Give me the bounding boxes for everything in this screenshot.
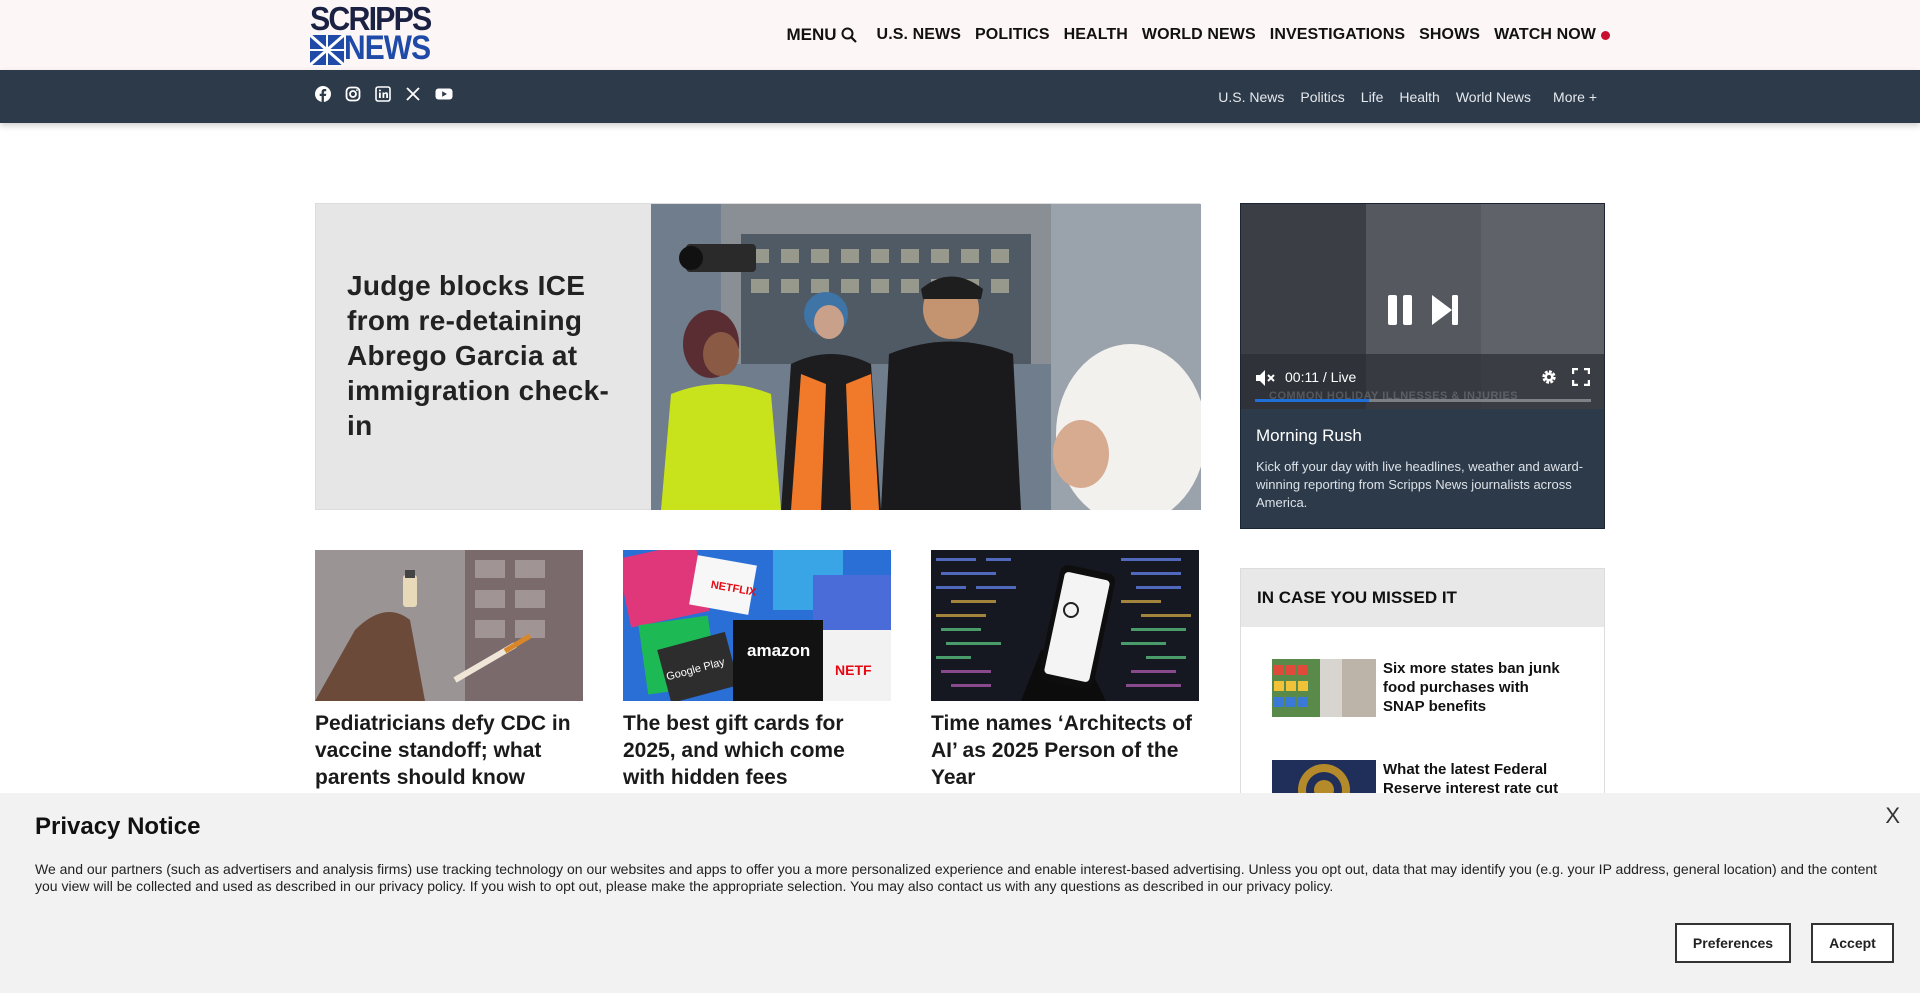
subnav-more[interactable]: More + [1553, 89, 1597, 105]
close-button[interactable]: X [1885, 803, 1900, 829]
missed-item-thumbnail[interactable] [1272, 659, 1376, 717]
menu-label: MENU [786, 25, 837, 44]
story-card[interactable]: Pediatricians defy CDC in vaccine stando… [315, 550, 583, 791]
social-links [315, 86, 453, 102]
privacy-text: We and our partners (such as advertisers… [35, 861, 1878, 894]
settings-gear-icon[interactable] [1540, 368, 1558, 386]
linkedin-icon[interactable] [375, 86, 391, 102]
missed-item-title[interactable]: Six more states ban junk food purchases … [1383, 659, 1573, 716]
subnav-world-news[interactable]: World News [1456, 89, 1531, 105]
story-card-image[interactable]: NETFLIX Google Play amazon NETF [623, 550, 891, 701]
mute-icon[interactable] [1255, 369, 1275, 387]
story-card-image[interactable] [931, 550, 1199, 701]
nav-investigations[interactable]: INVESTIGATIONS [1270, 26, 1405, 44]
youtube-icon[interactable] [435, 86, 453, 102]
accept-button[interactable]: Accept [1811, 923, 1894, 963]
top-header: SCRIPPS NEWS MENU U.S. NEWS POLITICS HEA… [0, 0, 1920, 70]
privacy-title: Privacy Notice [35, 813, 201, 840]
scripps-news-logo[interactable]: SCRIPPS NEWS [310, 2, 446, 67]
video-frame[interactable]: 00:11 / Live COMMON HOLIDAY ILLNESSES & … [1241, 204, 1604, 409]
pause-icon[interactable] [1386, 294, 1414, 326]
video-controls: 00:11 / Live COMMON HOLIDAY ILLNESSES & … [1241, 349, 1604, 409]
nav-us-news[interactable]: U.S. NEWS [877, 26, 961, 44]
facebook-icon[interactable] [315, 86, 331, 102]
missed-item[interactable]: Six more states ban junk food purchases … [1272, 659, 1582, 719]
main-nav: MENU U.S. NEWS POLITICS HEALTH WORLD NEW… [786, 0, 1610, 70]
x-icon[interactable] [405, 86, 421, 102]
svg-text:NETF: NETF [835, 662, 872, 678]
subnav-politics[interactable]: Politics [1300, 89, 1344, 105]
hero-headline[interactable]: Judge blocks ICE from re-detaining Abreg… [347, 268, 617, 443]
sub-nav: U.S. News Politics Life Health World New… [1202, 70, 1597, 123]
story-card-image[interactable] [315, 550, 583, 701]
subnav-life[interactable]: Life [1361, 89, 1384, 105]
story-card-title[interactable]: Pediatricians defy CDC in vaccine stando… [315, 710, 583, 791]
nav-politics[interactable]: POLITICS [975, 26, 1050, 44]
subnav-us-news[interactable]: U.S. News [1218, 89, 1284, 105]
nav-watch-now[interactable]: WATCH NOW [1494, 26, 1610, 44]
story-card-title[interactable]: The best gift cards for 2025, and which … [623, 710, 891, 791]
menu-button[interactable]: MENU [786, 25, 857, 45]
instagram-icon[interactable] [345, 86, 361, 102]
logo-flag-icon [310, 35, 344, 65]
video-time: 00:11 / Live [1285, 369, 1357, 385]
subnav-health[interactable]: Health [1399, 89, 1439, 105]
search-icon[interactable] [841, 27, 857, 43]
next-icon[interactable] [1430, 294, 1460, 326]
privacy-notice-banner: Privacy Notice X We and our partners (su… [0, 793, 1920, 993]
video-progress-fill [1255, 399, 1370, 402]
watch-now-label: WATCH NOW [1494, 26, 1596, 43]
live-video-player: 00:11 / Live COMMON HOLIDAY ILLNESSES & … [1240, 203, 1605, 529]
story-card[interactable]: Time names ‘Architects of AI’ as 2025 Pe… [931, 550, 1199, 791]
nav-health[interactable]: HEALTH [1064, 26, 1128, 44]
video-title[interactable]: Morning Rush [1256, 426, 1362, 446]
missed-it-box: IN CASE YOU MISSED IT Six more states ba… [1240, 568, 1605, 818]
story-card-title[interactable]: Time names ‘Architects of AI’ as 2025 Pe… [931, 710, 1199, 791]
video-description: Kick off your day with live headlines, w… [1256, 459, 1584, 510]
svg-text:amazon: amazon [747, 641, 810, 660]
live-dot-icon [1601, 30, 1610, 40]
hero-story[interactable]: Judge blocks ICE from re-detaining Abreg… [315, 203, 1201, 510]
preferences-button[interactable]: Preferences [1675, 923, 1791, 963]
secondary-nav-bar: U.S. News Politics Life Health World New… [0, 70, 1920, 123]
story-card[interactable]: NETFLIX Google Play amazon NETF The best… [623, 550, 891, 791]
video-progress-bar[interactable] [1255, 399, 1591, 402]
nav-shows[interactable]: SHOWS [1419, 26, 1480, 44]
missed-it-heading: IN CASE YOU MISSED IT [1241, 569, 1604, 627]
logo-text-news: NEWS [344, 29, 431, 67]
nav-world-news[interactable]: WORLD NEWS [1142, 26, 1256, 44]
fullscreen-icon[interactable] [1572, 368, 1590, 386]
hero-image[interactable] [651, 204, 1201, 510]
